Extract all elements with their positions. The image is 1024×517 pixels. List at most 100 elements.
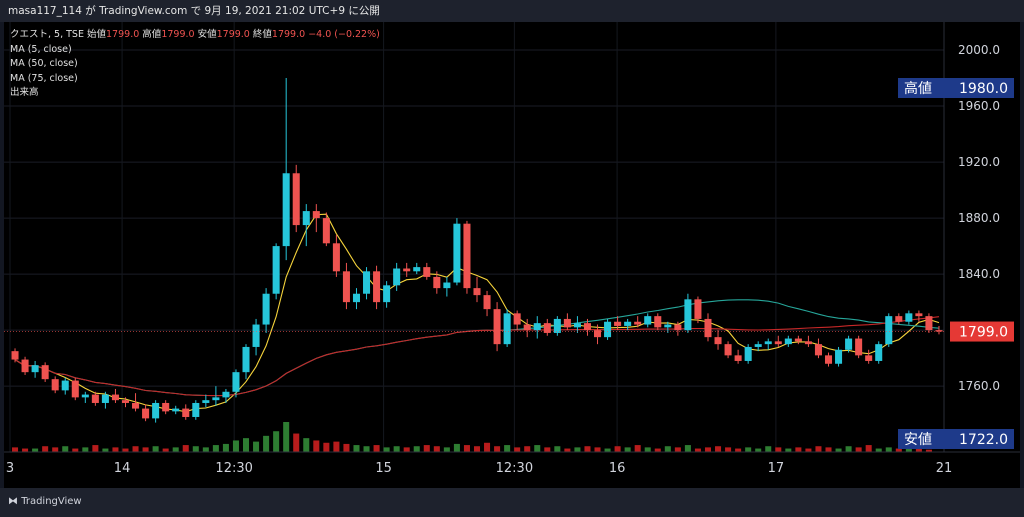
volume-bar	[845, 446, 852, 452]
candle-body	[11, 351, 19, 360]
volume-bar	[192, 446, 199, 452]
candle-body	[222, 391, 230, 398]
volume-bar	[594, 447, 601, 452]
volume-bar	[574, 447, 581, 452]
volume-bar	[52, 447, 59, 452]
x-tick-label: 15	[375, 461, 392, 476]
x-tick-label: 12:30	[496, 461, 533, 476]
volume-bar	[273, 431, 280, 452]
volume-bar	[222, 443, 229, 452]
candle-body	[925, 316, 933, 331]
volume-bar	[775, 447, 782, 452]
candle-body	[242, 346, 250, 373]
candle-body	[152, 402, 160, 419]
indicator-ma5[interactable]: MA (5, close)	[10, 43, 380, 58]
candle-body	[342, 271, 350, 303]
volume-bar	[735, 448, 742, 452]
candle-body	[895, 316, 903, 322]
volume-bar	[484, 442, 491, 452]
volume-bar	[524, 446, 531, 452]
tradingview-logo[interactable]: ⧓ TradingView	[8, 496, 82, 507]
candle-body	[855, 338, 863, 356]
candle-body	[322, 218, 330, 244]
candle-body	[835, 349, 843, 364]
candle-body	[272, 246, 280, 294]
volume-bar	[232, 440, 239, 452]
volume-bar	[835, 448, 842, 452]
candle-body	[804, 341, 812, 345]
high-value: 1799.0	[161, 29, 195, 40]
volume-bar	[624, 447, 631, 452]
volume-bar	[815, 446, 822, 452]
candle-body	[51, 379, 59, 391]
candle-body	[162, 402, 170, 412]
volume-bar	[112, 447, 119, 452]
candle-body	[714, 337, 722, 345]
y-tick-label: 1920.0	[958, 155, 1000, 169]
volume-bar	[172, 447, 179, 452]
volume-bar	[534, 445, 541, 452]
x-tick-label: 17	[768, 461, 785, 476]
volume-bar	[443, 447, 450, 452]
volume-bar	[393, 446, 400, 452]
candle-body	[121, 400, 130, 403]
volume-bar	[915, 448, 922, 452]
volume-bar	[604, 448, 611, 452]
candle-body	[824, 355, 833, 364]
volume-bar	[12, 447, 19, 452]
volume-bar	[544, 447, 551, 452]
moving-averages	[14, 213, 940, 413]
candle-body	[644, 316, 652, 325]
candle-body	[192, 402, 200, 417]
publish-info: masa117_114 が TradingView.com で 9月 19, 2…	[8, 5, 380, 17]
y-tick-label: 2000.0	[958, 43, 1000, 57]
candle-body	[875, 344, 883, 361]
candle-body	[132, 402, 140, 409]
candle-body	[262, 293, 270, 325]
candle-body	[784, 338, 792, 345]
candle-body	[312, 211, 320, 219]
low-badge-label: 安値	[904, 432, 932, 448]
volume-bar	[855, 447, 862, 452]
volume-bar	[142, 447, 149, 452]
candle-body	[513, 313, 521, 325]
volume-bar	[283, 422, 290, 452]
volume-bar	[654, 448, 661, 452]
volume-bar	[755, 448, 762, 452]
candle-body	[373, 271, 381, 303]
low-label: 安値	[197, 29, 217, 40]
candle-body	[393, 268, 401, 286]
indicator-ma50[interactable]: MA (50, close)	[10, 57, 380, 72]
price-badges: 高値 1980.0 1799.0 安値 1722.0	[4, 78, 1014, 449]
indicator-volume[interactable]: 出来高	[10, 86, 380, 101]
volume-bar	[463, 445, 470, 452]
volume-bar	[423, 445, 430, 452]
volume-bar	[715, 446, 722, 452]
volume-bar	[885, 447, 892, 452]
volume-bar	[32, 448, 39, 452]
volume-bar	[202, 447, 209, 452]
candle-body	[885, 316, 893, 345]
volume-bar	[373, 445, 380, 452]
volume-bar	[684, 445, 691, 452]
candle-body	[302, 211, 310, 226]
candles	[11, 78, 943, 423]
volume-bar	[363, 446, 370, 452]
volume-bar	[745, 447, 752, 452]
y-tick-label: 1880.0	[958, 211, 1000, 225]
candle-body	[403, 268, 411, 272]
volume-bar	[22, 448, 29, 452]
candle-body	[61, 380, 69, 391]
candle-body	[31, 365, 39, 373]
candle-body	[704, 318, 712, 338]
candle-body	[594, 330, 602, 338]
volume-bar	[303, 438, 310, 452]
volume-bar	[805, 448, 812, 452]
volume-bar	[152, 446, 159, 452]
ma50-line	[14, 299, 940, 397]
volume-bar	[725, 447, 732, 452]
volume-bar	[795, 447, 802, 452]
candle-body	[212, 397, 220, 401]
volume-bar	[895, 448, 902, 452]
indicator-ma75[interactable]: MA (75, close)	[10, 72, 380, 87]
